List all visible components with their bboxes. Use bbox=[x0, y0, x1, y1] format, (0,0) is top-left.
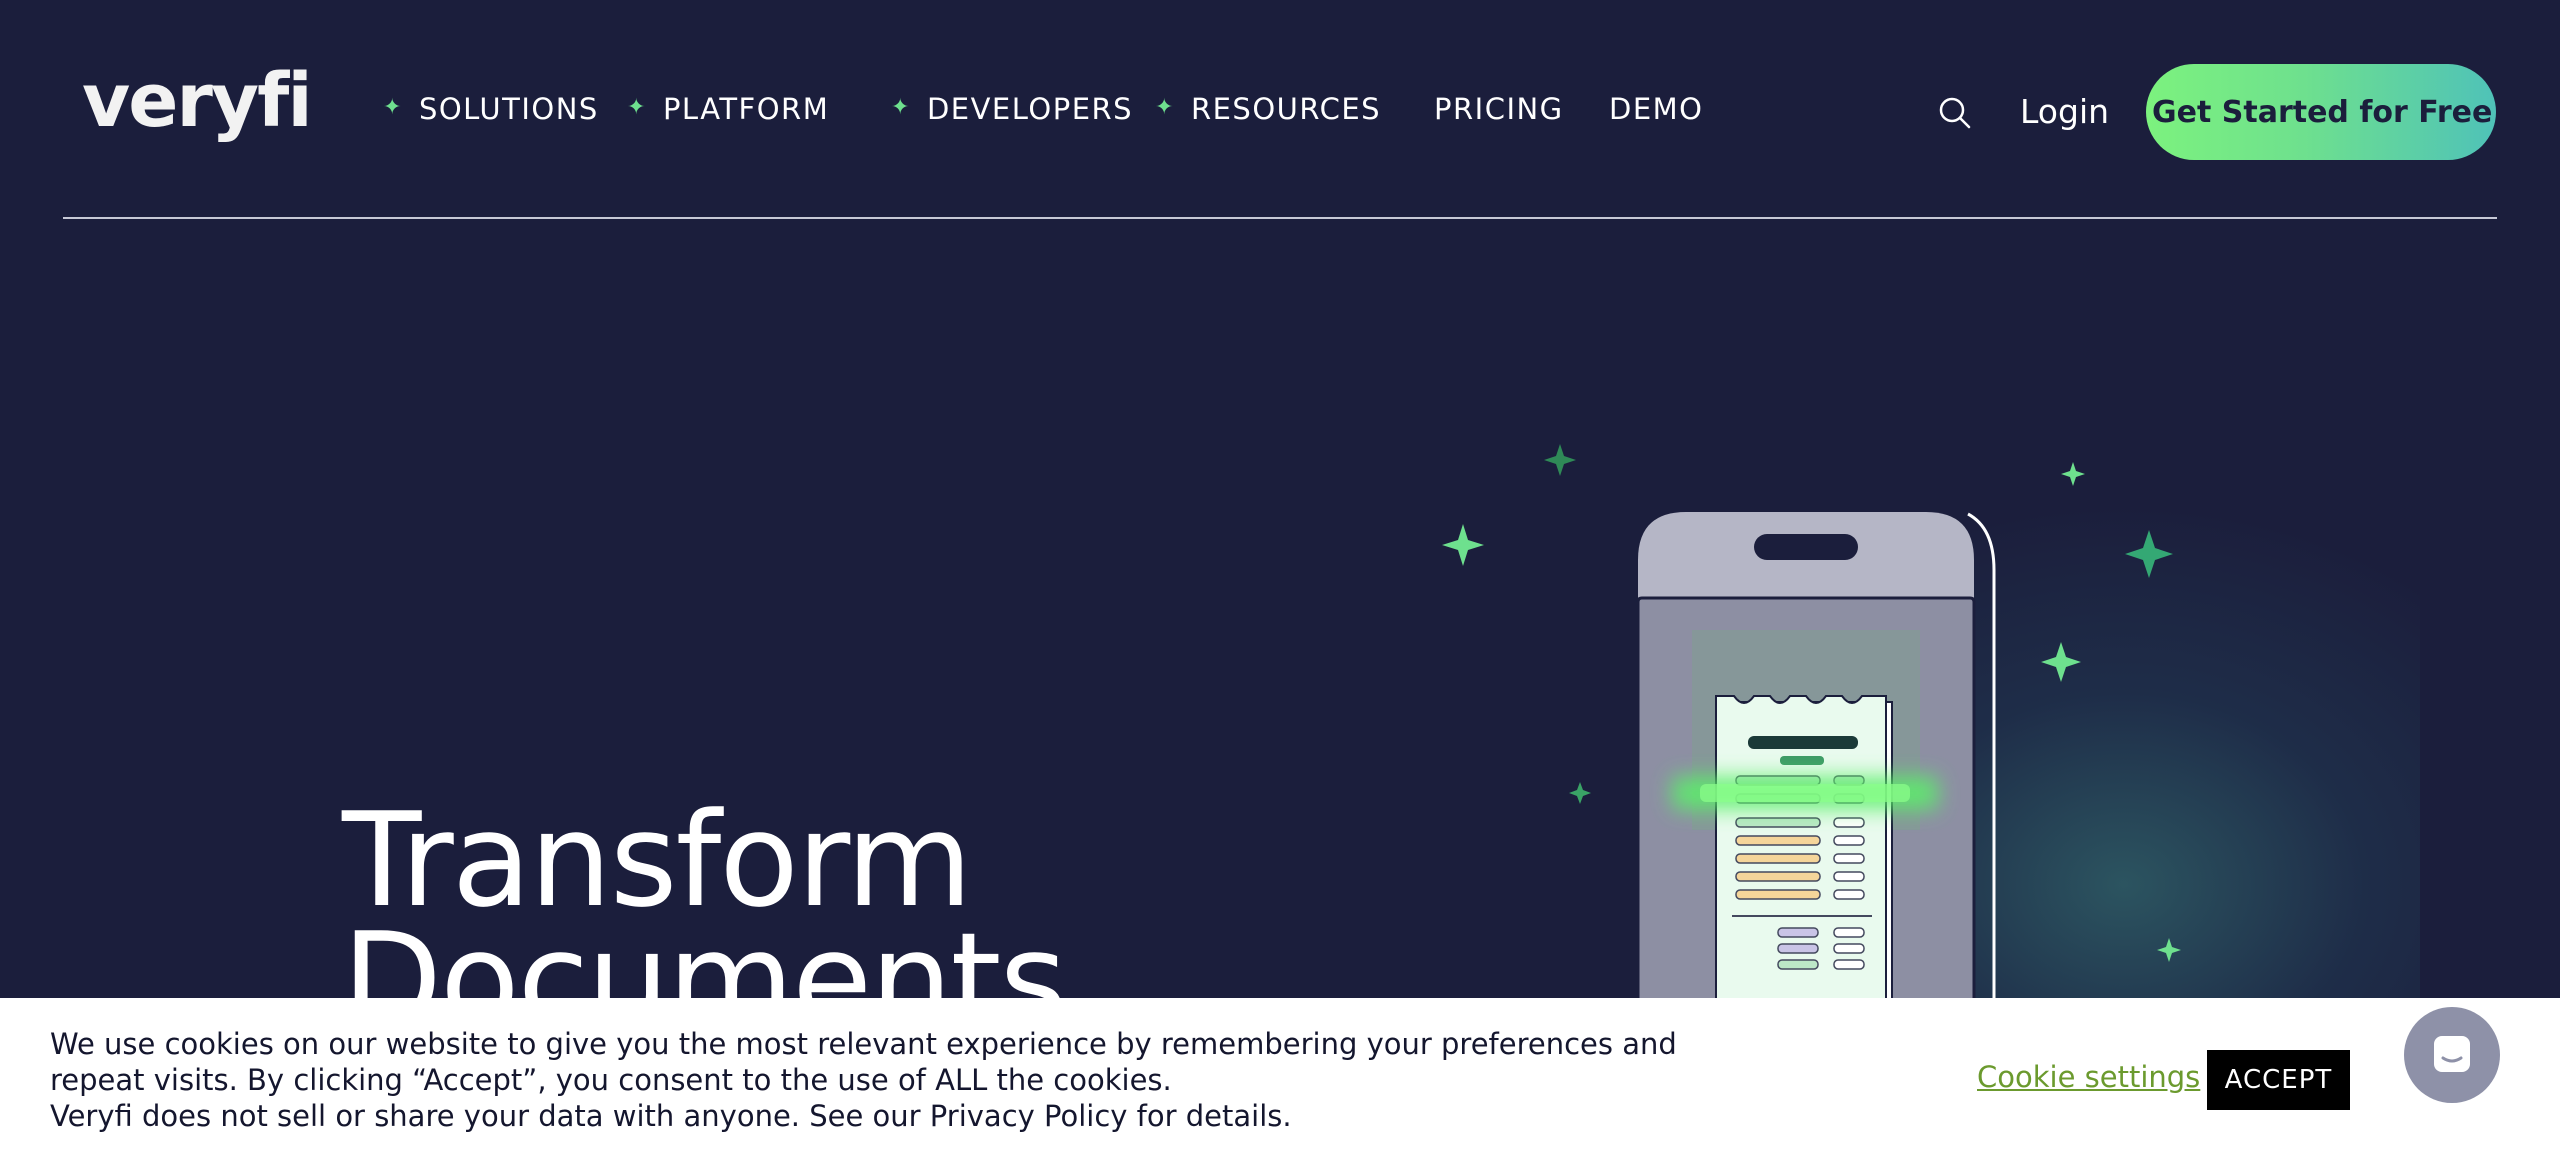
nav-item-label: PRICING bbox=[1434, 92, 1564, 126]
cookie-settings-link[interactable]: Cookie settings bbox=[1977, 1060, 2200, 1094]
spark-icon: ✦ bbox=[627, 94, 647, 120]
nav-item-label: PLATFORM bbox=[662, 92, 830, 126]
spark-icon: ✦ bbox=[1155, 94, 1175, 120]
phone-receipt-illustration bbox=[1442, 444, 2181, 1020]
sparkle-icon bbox=[1544, 444, 1576, 476]
nav-item-label: DEMO bbox=[1609, 92, 1704, 126]
spark-icon: ✦ bbox=[383, 94, 403, 120]
chat-bubble-icon bbox=[2434, 1036, 2470, 1072]
nav-item-pricing[interactable]: PRICING bbox=[1434, 92, 1564, 126]
receipt-illustration bbox=[1715, 695, 1893, 1020]
nav-item-solutions[interactable]: ✦ SOLUTIONS bbox=[383, 92, 599, 126]
sparkle-icon bbox=[2041, 642, 2081, 682]
cookie-consent-text: We use cookies on our website to give yo… bbox=[50, 1027, 1677, 1097]
sparkle-icon bbox=[1442, 524, 1484, 566]
privacy-notice-text: Veryfi does not sell or share your data … bbox=[50, 1099, 1292, 1133]
veryfi-logo[interactable]: veryfi bbox=[82, 64, 313, 138]
scan-beam bbox=[1672, 776, 1938, 810]
nav-item-developers[interactable]: ✦ DEVELOPERS bbox=[891, 92, 1133, 126]
cookie-notice-text: We use cookies on our website to give yo… bbox=[50, 1026, 1770, 1134]
login-link[interactable]: Login bbox=[2020, 92, 2109, 131]
nav-item-platform[interactable]: ✦ PLATFORM bbox=[627, 92, 829, 126]
sparkle-icon bbox=[2157, 938, 2181, 962]
nav-item-demo[interactable]: DEMO bbox=[1609, 92, 1704, 126]
nav-item-label: RESOURCES bbox=[1190, 92, 1382, 126]
sparkle-icon bbox=[1569, 782, 1591, 804]
header-divider bbox=[63, 217, 2497, 219]
search-icon[interactable] bbox=[1938, 96, 1972, 130]
get-started-button[interactable]: Get Started for Free bbox=[2146, 64, 2496, 160]
sparkle-icon bbox=[2125, 530, 2173, 578]
sparkle-icon bbox=[2061, 462, 2085, 486]
chat-launcher-button[interactable] bbox=[2404, 1007, 2500, 1103]
accept-cookies-button[interactable]: ACCEPT bbox=[2207, 1050, 2350, 1110]
nav-item-label: DEVELOPERS bbox=[926, 92, 1134, 126]
cookie-banner: We use cookies on our website to give yo… bbox=[0, 998, 2560, 1162]
nav-item-resources[interactable]: ✦ RESOURCES bbox=[1155, 92, 1381, 126]
spark-icon: ✦ bbox=[891, 94, 911, 120]
nav-item-label: SOLUTIONS bbox=[418, 92, 599, 126]
